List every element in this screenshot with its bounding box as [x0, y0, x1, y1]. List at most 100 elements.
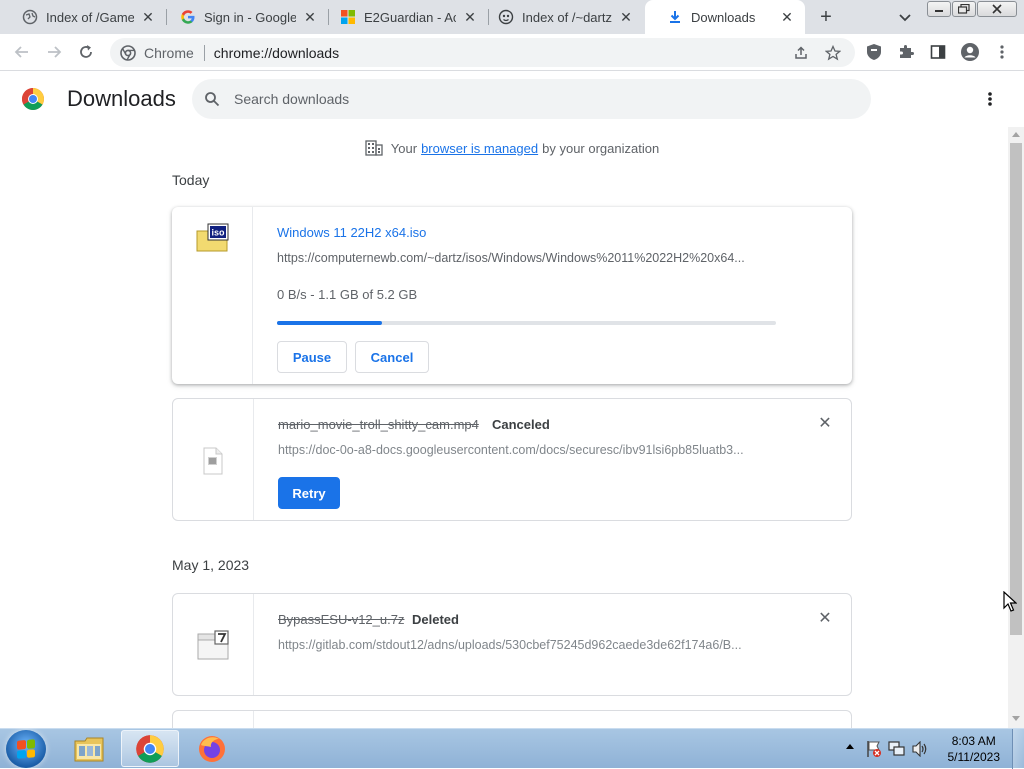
firefox-logo-icon — [197, 734, 227, 764]
managed-prefix: Your — [390, 140, 418, 156]
search-icon — [204, 91, 220, 107]
share-icon[interactable] — [791, 43, 811, 63]
globe-icon — [22, 9, 38, 25]
more-actions-icon[interactable] — [980, 88, 1000, 110]
tab-downloads[interactable]: Downloads ✕ — [645, 0, 805, 34]
clock-date: 5/11/2023 — [947, 750, 1001, 764]
chrome-logo-icon — [135, 734, 165, 764]
shield-extension-icon[interactable] — [864, 42, 884, 62]
file-icon-column — [173, 594, 254, 695]
firefox-taskbar-button[interactable] — [183, 730, 241, 767]
managed-suffix: by your organization — [542, 140, 660, 156]
download-item: iso Windows 11 22H2 x64.iso https://comp… — [172, 207, 852, 384]
tab-e2guardian[interactable]: E2Guardian - Access Denied ✕ — [318, 0, 488, 34]
search-bar[interactable] — [192, 79, 871, 119]
page-title: Downloads — [67, 86, 176, 111]
date-header: May 1, 2023 — [172, 557, 250, 573]
browser-toolbar: Chrome chrome://downloads — [0, 34, 1024, 71]
windows-taskbar: 8:03 AM 5/11/2023 — [0, 728, 1024, 769]
chrome-logo-icon — [21, 87, 45, 111]
new-tab-button[interactable]: + — [814, 5, 838, 29]
status-label: Canceled — [492, 417, 550, 432]
download-item: mario_movie_troll_shitty_cam.mp4 Cancele… — [172, 398, 852, 521]
hacker-icon — [498, 9, 514, 25]
tab-strip: Index of /Games/ ✕ Sign in - Google Acco… — [0, 0, 1024, 34]
iso-file-icon: iso — [196, 223, 230, 256]
download-item — [172, 710, 852, 728]
file-icon-column — [173, 399, 254, 520]
downloads-list: Your browser is managed by your organiza… — [0, 127, 1008, 728]
file-name: mario_movie_troll_shitty_cam.mp4 — [278, 417, 479, 432]
volume-icon[interactable] — [911, 741, 929, 757]
download-item: BypassESU-v12_u.7z Deleted https://gitla… — [172, 593, 852, 696]
back-icon[interactable] — [12, 42, 32, 62]
start-button[interactable] — [6, 730, 46, 768]
retry-button[interactable]: Retry — [278, 477, 340, 509]
source-url-link[interactable]: https://gitlab.com/stdout12/adns/uploads… — [278, 638, 778, 652]
source-url-link[interactable]: https://computernewb.com/~dartz/isos/Win… — [277, 251, 777, 265]
side-panel-icon[interactable] — [928, 42, 948, 62]
source-url-link[interactable]: https://doc-0o-a8-docs.googleusercontent… — [278, 443, 778, 457]
system-tray: 8:03 AM 5/11/2023 — [824, 729, 1024, 769]
chevron-down-icon[interactable] — [896, 8, 914, 26]
building-icon — [365, 140, 383, 156]
folder-icon — [73, 735, 105, 763]
status-label: Deleted — [412, 612, 459, 627]
file-explorer-taskbar-button[interactable] — [60, 730, 118, 767]
close-icon[interactable]: ✕ — [779, 9, 795, 25]
chrome-taskbar-button[interactable] — [121, 730, 179, 767]
file-icon-column — [173, 711, 254, 728]
close-icon[interactable]: ✕ — [140, 9, 156, 25]
close-icon[interactable]: ✕ — [618, 9, 634, 25]
action-center-flag-icon[interactable] — [866, 740, 882, 758]
forward-icon[interactable] — [44, 42, 64, 62]
progress-bar-fill — [277, 321, 382, 325]
url-text[interactable]: chrome://downloads — [214, 45, 339, 61]
show-desktop-button[interactable] — [1012, 729, 1024, 769]
file-icon-column: iso — [172, 207, 253, 384]
close-icon[interactable]: ✕ — [302, 9, 318, 25]
progress-text: 0 B/s - 1.1 GB of 5.2 GB — [277, 287, 418, 302]
reload-icon[interactable] — [76, 42, 96, 62]
window-close-button[interactable] — [977, 1, 1017, 17]
chrome-logo-icon — [120, 44, 136, 61]
restore-button[interactable] — [952, 1, 976, 17]
windows-logo-icon — [340, 9, 356, 25]
tab-index-dartz[interactable]: Index of /~dartz/isos ✕ — [476, 0, 644, 34]
remove-item-icon[interactable]: ✕ — [817, 415, 833, 432]
tab-index-games[interactable]: Index of /Games/ ✕ — [0, 0, 166, 34]
browser-menu-icon[interactable] — [992, 42, 1012, 62]
tab-google-signin[interactable]: Sign in - Google Accounts ✕ — [158, 0, 328, 34]
page-scrollbar[interactable] — [1008, 127, 1024, 728]
network-icon[interactable] — [888, 741, 906, 757]
date-header: Today — [172, 172, 210, 188]
tab-title: Index of /~dartz/isos — [522, 9, 612, 25]
scroll-down-arrow[interactable] — [1012, 716, 1020, 721]
minimize-button[interactable] — [927, 1, 951, 17]
search-input[interactable] — [234, 91, 834, 107]
taskbar-clock[interactable]: 8:03 AM 5/11/2023 — [948, 733, 1001, 765]
google-icon — [180, 9, 196, 25]
video-file-icon — [201, 447, 225, 478]
windows-flag-icon — [17, 739, 35, 759]
progress-bar — [277, 321, 776, 325]
site-label: Chrome — [144, 44, 194, 61]
show-hidden-icons-arrow[interactable] — [846, 744, 854, 749]
scroll-up-arrow[interactable] — [1012, 132, 1020, 137]
svg-text:iso: iso — [211, 228, 225, 238]
file-name-link[interactable]: Windows 11 22H2 x64.iso — [277, 225, 426, 240]
remove-item-icon[interactable]: ✕ — [817, 610, 833, 627]
profile-avatar-icon[interactable] — [960, 42, 980, 62]
bookmark-star-icon[interactable] — [823, 43, 843, 63]
cancel-button[interactable]: Cancel — [355, 341, 429, 373]
clock-time: 8:03 AM — [951, 734, 996, 748]
download-icon — [667, 9, 683, 25]
tab-title: Index of /Games/ — [46, 9, 134, 25]
pause-button[interactable]: Pause — [277, 341, 347, 373]
extensions-puzzle-icon[interactable] — [896, 42, 916, 62]
scrollbar-thumb[interactable] — [1010, 143, 1022, 635]
address-bar[interactable]: Chrome chrome://downloads — [110, 38, 855, 67]
browser-managed-link[interactable]: browser is managed — [421, 141, 538, 156]
downloads-header: Downloads — [0, 71, 1024, 127]
tab-title: Sign in - Google Accounts — [204, 9, 296, 25]
